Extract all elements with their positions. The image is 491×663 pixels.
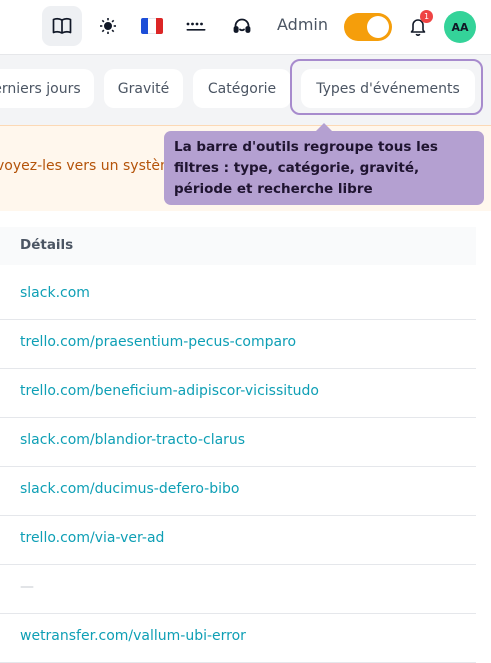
- table-row: trello.com/beneficium-adipiscor-vicissit…: [0, 368, 476, 418]
- details-empty-value: —: [20, 579, 34, 595]
- table-row: slack.com: [0, 270, 476, 320]
- admin-mode-label: Admin: [277, 15, 328, 34]
- details-link[interactable]: slack.com/ducimus-defero-bibo: [20, 481, 239, 497]
- avatar[interactable]: AA: [444, 11, 476, 43]
- filter-category-button[interactable]: Catégorie: [193, 69, 291, 108]
- notification-badge: 1: [420, 10, 433, 23]
- table-row: slack.com/ducimus-defero-bibo: [0, 466, 476, 516]
- table-row: wetransfer.com/vallum-ubi-error: [0, 613, 476, 663]
- toggle-knob: [367, 16, 389, 38]
- details-link[interactable]: trello.com/beneficium-adipiscor-vicissit…: [20, 383, 319, 399]
- filter-severity-button[interactable]: Gravité: [104, 69, 183, 108]
- column-header-details: Détails: [20, 237, 74, 253]
- filter-period-button[interactable]: erniers jours: [0, 69, 94, 108]
- sun-icon[interactable]: [88, 6, 128, 46]
- table-row: trello.com/via-ver-ad: [0, 515, 476, 565]
- details-link[interactable]: wetransfer.com/vallum-ubi-error: [20, 628, 246, 644]
- tour-highlight-frame: [290, 59, 483, 115]
- tooltip-arrow: [316, 123, 332, 131]
- bell-icon[interactable]: [398, 6, 438, 46]
- table-header: Détails: [0, 227, 476, 265]
- table-row: —: [0, 564, 476, 614]
- tour-tooltip: La barre d'outils regroupe tous les filt…: [164, 131, 484, 205]
- table-row: trello.com/praesentium-pecus-comparo: [0, 319, 476, 369]
- details-link[interactable]: trello.com/praesentium-pecus-comparo: [20, 334, 296, 350]
- details-link[interactable]: slack.com: [20, 285, 90, 301]
- top-header: Admin 1 AA: [0, 0, 491, 55]
- table-row: slack.com/blandior-tracto-clarus: [0, 417, 476, 467]
- details-link[interactable]: trello.com/via-ver-ad: [20, 530, 164, 546]
- password-icon[interactable]: [176, 6, 216, 46]
- admin-mode-toggle[interactable]: [344, 13, 392, 41]
- book-icon[interactable]: [42, 6, 82, 46]
- warning-banner-text: voyez-les vers un systèm: [0, 158, 174, 174]
- french-flag-icon[interactable]: [132, 6, 172, 46]
- details-link[interactable]: slack.com/blandior-tracto-clarus: [20, 432, 245, 448]
- support-headset-icon[interactable]: [222, 6, 262, 46]
